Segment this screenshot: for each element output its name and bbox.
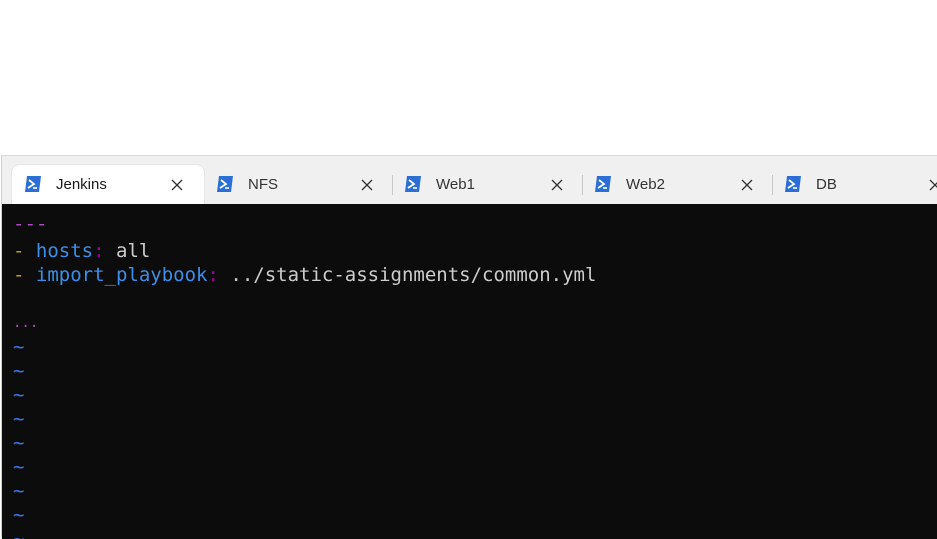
terminal-content[interactable]: --- - hosts: all - import_playbook: ../s… (2, 204, 937, 539)
list-dash: - (13, 240, 25, 262)
empty-line-tilde: ~ (13, 456, 25, 478)
powershell-icon (25, 176, 41, 192)
empty-line-tilde: ~ (13, 432, 25, 454)
powershell-icon (405, 176, 421, 192)
powershell-icon (595, 176, 611, 192)
powershell-icon (785, 176, 801, 192)
empty-line-tilde: ~ (13, 384, 25, 406)
close-icon[interactable] (360, 178, 374, 192)
empty-line-tilde: ~ (13, 336, 25, 358)
yaml-value: all (104, 240, 151, 262)
tab-db[interactable]: DB (772, 165, 937, 204)
powershell-icon (217, 176, 233, 192)
yaml-value: ../static-assignments/common.yml (218, 264, 597, 286)
close-icon[interactable] (928, 178, 937, 192)
yaml-colon: : (207, 264, 219, 286)
close-icon[interactable] (550, 178, 564, 192)
desktop-background (0, 0, 937, 155)
tab-label: Jenkins (56, 176, 107, 193)
tab-jenkins[interactable]: Jenkins (12, 165, 204, 204)
tab-label: DB (816, 176, 837, 193)
yaml-line-hosts: - hosts: all (13, 239, 150, 263)
terminal-window: Jenkins NFS Web1 Web2 DB --- - hosts: al… (1, 155, 937, 539)
yaml-doc-end: ... (13, 315, 39, 331)
list-dash: - (13, 264, 25, 286)
close-icon[interactable] (170, 178, 184, 192)
yaml-line-import-playbook: - import_playbook: ../static-assignments… (13, 263, 596, 287)
close-icon[interactable] (740, 178, 754, 192)
yaml-key: import_playbook (35, 264, 208, 286)
tab-label: NFS (248, 176, 278, 193)
empty-line-tilde: ~ (13, 480, 25, 502)
yaml-colon: : (93, 240, 105, 262)
tab-bar: Jenkins NFS Web1 Web2 DB (2, 156, 937, 204)
tab-web1[interactable]: Web1 (392, 165, 582, 204)
tab-label: Web1 (436, 176, 475, 193)
tab-label: Web2 (626, 176, 665, 193)
yaml-doc-start: --- (13, 213, 48, 235)
empty-line-tilde: ~ (13, 504, 25, 526)
empty-line-tilde: ~ (13, 360, 25, 382)
empty-line-tilde: ~ (13, 408, 25, 430)
tab-nfs[interactable]: NFS (204, 165, 392, 204)
empty-line-tilde: ~ (13, 528, 25, 539)
yaml-key: hosts (35, 240, 94, 262)
tab-web2[interactable]: Web2 (582, 165, 772, 204)
